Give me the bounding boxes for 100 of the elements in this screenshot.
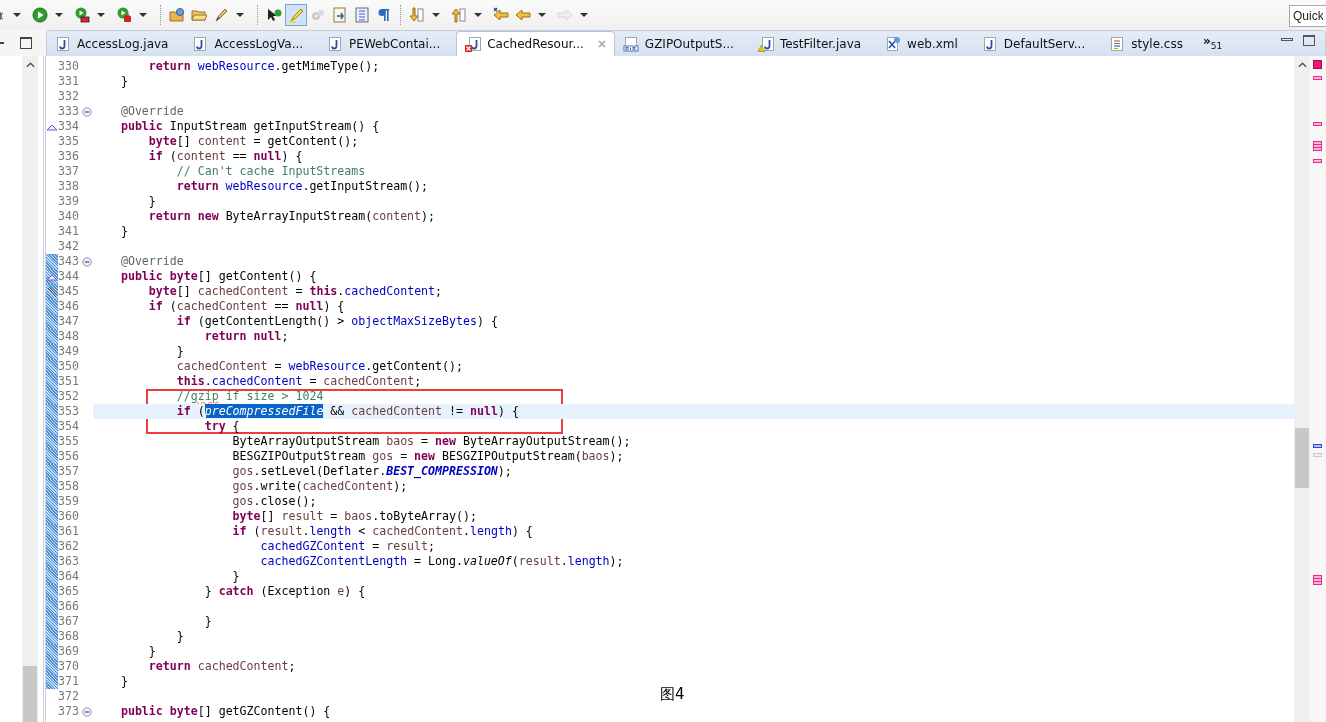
line-number: 348 xyxy=(58,329,80,344)
scrollbar-thumb[interactable] xyxy=(1295,428,1309,488)
scrollbar-thumb[interactable] xyxy=(23,666,37,722)
figure-caption: 图4 xyxy=(660,685,685,704)
minimize-icon[interactable] xyxy=(1281,38,1293,41)
maximize-icon[interactable] xyxy=(1303,35,1315,46)
line-number: 336 xyxy=(58,149,80,164)
file-icon xyxy=(192,35,209,52)
file-icon xyxy=(757,35,774,52)
editor-tab[interactable]: GZIPOutputS... xyxy=(614,31,750,56)
line-number: 352 xyxy=(58,389,80,404)
caret-icon[interactable] xyxy=(55,13,63,17)
ruler-mark[interactable] xyxy=(1313,575,1322,585)
code-editor[interactable] xyxy=(46,56,1326,722)
line-number: 372 xyxy=(58,689,80,704)
line-number: 357 xyxy=(58,464,80,479)
scroll-up-icon[interactable] xyxy=(1297,62,1307,68)
code-line: byte[] cachedContent = this.cachedContent; xyxy=(147,284,443,298)
editor-tab[interactable]: PEWebContai... xyxy=(319,31,457,56)
code-line: cachedContent = webResource.getContent(); xyxy=(175,359,463,373)
overview-ruler[interactable] xyxy=(1310,56,1326,722)
scrollbar[interactable] xyxy=(22,56,38,722)
code-line: } xyxy=(231,569,240,583)
back-arrow-icon xyxy=(493,7,509,23)
line-number: 340 xyxy=(58,209,80,224)
editor-tab[interactable]: TestFilter.java xyxy=(749,31,878,56)
code-line: public byte[] getGZContent() { xyxy=(119,704,331,718)
line-number: 373 xyxy=(58,704,80,719)
editor-tab[interactable]: AccessLog.java xyxy=(47,31,185,56)
code-line: gos.setLevel(Deflater.BEST_COMPRESSION); xyxy=(231,464,512,478)
brush-icon xyxy=(213,7,229,23)
line-number: 330 xyxy=(58,59,80,74)
code-line: } xyxy=(203,614,212,628)
file-icon xyxy=(981,35,998,52)
code-line: } catch (Exception e) { xyxy=(203,584,366,598)
line-number: 364 xyxy=(58,569,80,584)
line-number: 367 xyxy=(58,614,80,629)
line-number: 363 xyxy=(58,554,80,569)
caret-icon[interactable] xyxy=(97,13,105,17)
editor-tab[interactable]: web.xml xyxy=(877,31,974,56)
line-number: 347 xyxy=(58,314,80,329)
line-number: 345 xyxy=(58,284,80,299)
gears-icon xyxy=(310,7,326,23)
caret-icon[interactable] xyxy=(139,13,147,17)
line-number: 331 xyxy=(58,74,80,89)
line-number: 339 xyxy=(58,194,80,209)
scroll-up-icon[interactable] xyxy=(25,62,35,68)
quick-access-field[interactable]: Quick xyxy=(1289,5,1326,27)
caret-icon[interactable] xyxy=(474,13,482,17)
folder-icon xyxy=(191,7,207,23)
run-tool-icon xyxy=(116,7,132,23)
scrollbar[interactable] xyxy=(1294,56,1310,722)
line-number: 333 xyxy=(58,104,80,119)
back-arrow-icon xyxy=(515,7,531,23)
code-line: // Can't cache InputStreams xyxy=(175,164,366,178)
file-icon xyxy=(465,36,482,52)
code-line: //gzip if size > 1024 xyxy=(175,389,324,403)
code-line: } xyxy=(119,674,128,688)
forward-arrow-icon xyxy=(557,7,573,23)
line-number: 351 xyxy=(58,374,80,389)
highlighter-icon xyxy=(288,7,304,23)
code-line: } xyxy=(175,629,184,643)
editor-tab[interactable]: DefaultServ... xyxy=(973,31,1102,56)
line-number: 353 xyxy=(58,404,80,419)
code-line: } xyxy=(119,74,128,88)
caret-icon[interactable] xyxy=(13,13,21,17)
up-arrow-icon xyxy=(451,7,467,23)
down-arrow-icon xyxy=(409,7,425,23)
line-number: 368 xyxy=(58,629,80,644)
line-number: 370 xyxy=(58,659,80,674)
run-icon xyxy=(32,7,48,23)
line-number: 332 xyxy=(58,89,80,104)
run-button[interactable] xyxy=(29,4,51,26)
code-line: if (result.length < cachedContent.length) { xyxy=(231,524,533,538)
caret-icon[interactable] xyxy=(432,13,440,17)
code-line: gos.close(); xyxy=(231,494,317,508)
code-line: } xyxy=(147,194,156,208)
line-number: 359 xyxy=(58,494,80,509)
editor-tab[interactable]: AccessLogVa... xyxy=(184,31,320,56)
ruler-mark[interactable] xyxy=(1313,76,1322,80)
line-number: 360 xyxy=(58,509,80,524)
file-icon xyxy=(885,35,902,52)
file-icon xyxy=(55,35,71,52)
line-number: 337 xyxy=(58,164,80,179)
caret-icon[interactable] xyxy=(538,13,546,17)
caret-icon[interactable] xyxy=(236,13,244,17)
line-number: 365 xyxy=(58,584,80,599)
line-number: 362 xyxy=(58,539,80,554)
code-line: @Override xyxy=(119,254,184,268)
editor-tab[interactable]: style.css xyxy=(1101,31,1199,56)
pilcrow-icon xyxy=(376,7,392,23)
ruler-mark[interactable] xyxy=(1313,122,1322,126)
line-number: 335 xyxy=(58,134,80,149)
code-line: BESGZIPOutputStream gos = new BESGZIPOutputStream(baos); xyxy=(231,449,624,463)
line-number: 338 xyxy=(58,179,80,194)
file-icon xyxy=(327,35,344,52)
code-line: return webResource.getInputStream(); xyxy=(175,179,429,193)
maximize-icon[interactable] xyxy=(20,37,32,49)
editor-tab[interactable]: CachedResour... xyxy=(456,31,615,56)
code-line: @Override xyxy=(119,104,184,118)
